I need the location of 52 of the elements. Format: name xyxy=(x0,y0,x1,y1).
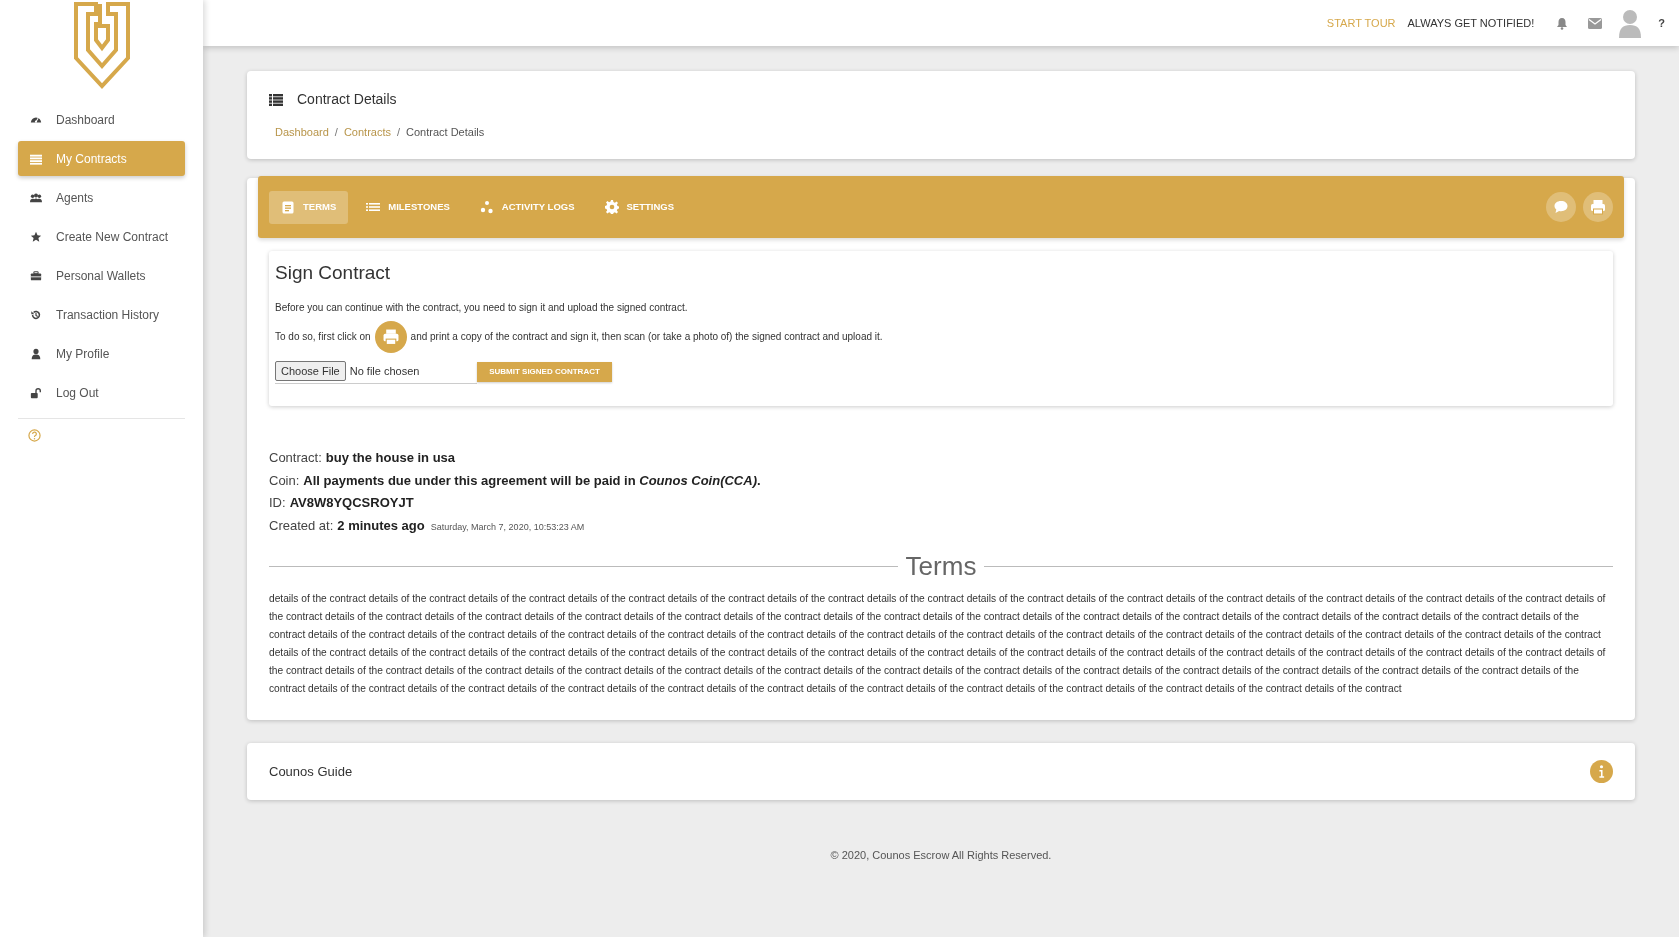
instruction-text: To do so, first click on xyxy=(275,330,371,344)
terms-heading: Terms xyxy=(905,550,977,583)
info-value: AV8W8YQCSROYJT xyxy=(289,494,414,512)
briefcase-icon xyxy=(30,269,42,282)
breadcrumb-separator: / xyxy=(334,125,338,140)
breadcrumb-current: Contract Details xyxy=(406,125,485,140)
clipboard-icon xyxy=(281,200,295,214)
terms-text: details of the contract details of the contract details of the contract details of the contract details of the contract details of the contract details of the contract details of the contract details of the contract details of the contract details of the contract details of the contract details of the contract details of the contract details of the contract details of the contract details of the contract details of the contract details of the contract details of the contract details of the contract details of the contract details of the contract details of the contract details of the contract details of the contract details of the contract details of the contract details of the contract details of the contract details of the contract details of the contract details of the contract details of the contract details of the contract details of the contract details of the contract details of the contract details of the contract details of the contract details of the contract details of the contract details of the contract details of the contract details of the contract details of the contract details of the contract details of the contract details of the contract details of the contract details of the contract details of the contract details of the contract details of the contract details of the contract details of the contract details of the contract details of the contract details of the contract details of the contract details of the contract details of the contract details of the contract details of the contract details of the contract details of the contract details of the contract details of the contract details of the contract details of the contract details of the contract details of the contract details of the contract details of the contract details of the contract details of the contract details of the contract details of the contract xyxy=(269,592,1607,696)
file-status-text: No file chosen xyxy=(349,363,420,379)
gear-icon xyxy=(604,200,619,214)
info-value: buy the house in usa xyxy=(325,449,456,467)
page-title: Contract Details xyxy=(297,90,397,109)
sidebar-item[interactable]: Dashboard xyxy=(18,102,185,137)
print-icon[interactable] xyxy=(374,320,407,353)
info-icon[interactable] xyxy=(1590,760,1613,783)
mail-icon[interactable] xyxy=(1588,17,1603,29)
users-icon xyxy=(30,191,42,204)
sidebar-item[interactable]: Personal Wallets xyxy=(18,258,185,293)
history-icon xyxy=(30,308,42,321)
notify-text: ALWAYS GET NOTIFIED! xyxy=(1407,15,1535,31)
unlock-icon xyxy=(30,386,42,399)
timestamp-text: Saturday, March 7, 2020, 10:53:23 AM xyxy=(430,520,585,534)
dots-icon xyxy=(479,200,494,214)
sidebar-item[interactable]: Create New Contract xyxy=(18,219,185,254)
help-icon[interactable] xyxy=(28,429,41,442)
guide-title: Counos Guide xyxy=(269,762,353,781)
help-link[interactable]: ? xyxy=(1658,14,1665,32)
sidebar-item[interactable]: My Profile xyxy=(18,336,185,371)
bell-icon[interactable] xyxy=(1556,16,1569,30)
choose-file-button[interactable]: Choose File xyxy=(275,360,346,381)
print-button[interactable] xyxy=(1583,192,1613,222)
list-icon xyxy=(269,93,283,106)
info-label: Contract: xyxy=(269,449,322,467)
info-label: ID: xyxy=(269,494,286,512)
list-icon xyxy=(366,200,381,214)
info-value: All payments due under this agreement will be paid in Counos Coin(CCA). xyxy=(303,471,761,490)
breadcrumb-separator: / xyxy=(396,125,401,140)
footer-text: © 2020, Counos Escrow All Rights Reserved. xyxy=(829,848,1053,863)
list-icon xyxy=(30,152,42,165)
user-icon xyxy=(30,347,42,360)
instruction-text: and print a copy of the contract and sign it, then scan (or take a photo of) the signed contract and upload it. xyxy=(410,330,883,344)
sidebar-item[interactable]: Transaction History xyxy=(18,297,185,332)
info-value: 2 minutes ago xyxy=(337,516,425,535)
sidebar-item[interactable]: Log Out xyxy=(18,375,185,410)
info-label: Created at: xyxy=(269,516,334,535)
chat-button[interactable] xyxy=(1546,192,1576,222)
star-icon xyxy=(30,230,42,243)
avatar-icon[interactable] xyxy=(1618,8,1643,38)
sidebar-item[interactable]: Agents xyxy=(18,180,185,215)
info-label: Coin: xyxy=(269,471,300,490)
sign-intro-text: Before you can continue with the contract, you need to sign it and upload the signed contract. xyxy=(275,300,689,315)
sign-contract-title: Sign Contract xyxy=(275,261,392,285)
